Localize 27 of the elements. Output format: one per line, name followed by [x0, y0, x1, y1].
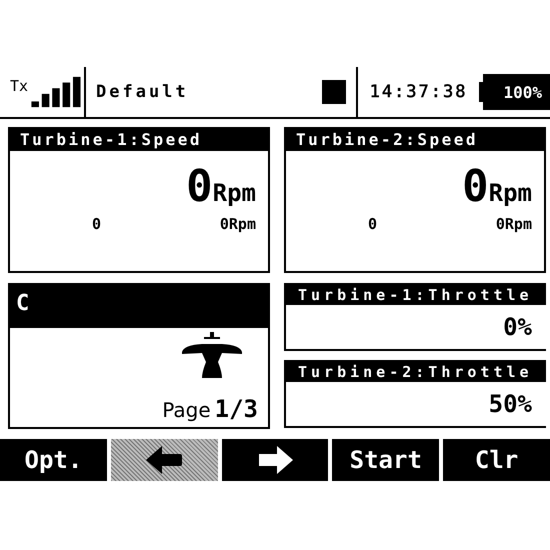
- soft-key[interactable]: [222, 439, 328, 481]
- clock-time: 14:37:38: [368, 82, 468, 102]
- speed-unit: Rpm: [212, 179, 256, 207]
- square-icon: [322, 80, 346, 104]
- speed-value: 0: [186, 165, 213, 209]
- speed-value: 0: [462, 165, 489, 209]
- tile-title: Turbine-1:Throttle: [286, 285, 546, 305]
- throttle-value: 50%: [488, 389, 533, 420]
- min-value: 0: [368, 215, 378, 233]
- left-arrow-icon: [144, 444, 184, 476]
- soft-key[interactable]: Clr: [443, 439, 550, 481]
- tile-title: Turbine-2:Speed: [286, 129, 544, 151]
- tile-title: C: [10, 285, 268, 328]
- tx-label: Tx: [10, 77, 28, 95]
- soft-key[interactable]: Start: [332, 439, 440, 481]
- tile-title: Turbine-1:Speed: [10, 129, 268, 151]
- max-value: 0Rpm: [496, 215, 532, 233]
- tile-title: Turbine-2:Throttle: [286, 362, 546, 382]
- throttle-value: 0%: [502, 312, 533, 343]
- page-number: 1/3: [214, 395, 258, 423]
- model-name: Default: [96, 82, 189, 102]
- max-value: 0Rpm: [220, 215, 256, 233]
- speed-unit: Rpm: [488, 179, 532, 207]
- soft-key[interactable]: Opt.: [0, 439, 107, 481]
- battery-indicator: 100%: [479, 74, 550, 110]
- page-label: Page: [162, 398, 211, 422]
- min-value: 0: [92, 215, 102, 233]
